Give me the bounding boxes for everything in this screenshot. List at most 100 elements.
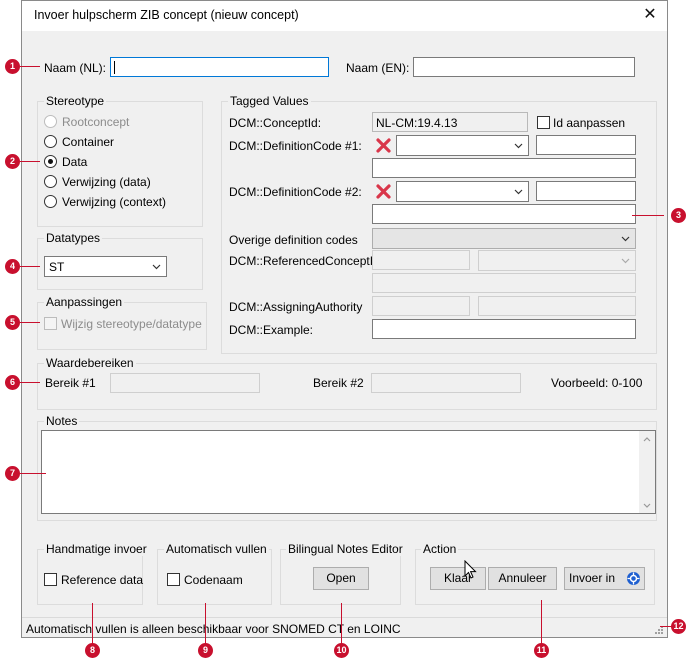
naam-en-label: Naam (EN): <box>346 61 410 75</box>
id-aanpassen-label: Id aanpassen <box>553 116 626 130</box>
window-title: Invoer hulpscherm ZIB concept (nieuw con… <box>34 8 299 22</box>
action-label: Action <box>421 542 459 556</box>
reference-data-label: Reference data <box>61 573 144 587</box>
tagged-values-label: Tagged Values <box>228 94 311 108</box>
bereik2-input <box>371 373 521 393</box>
naam-nl-label: Naam (NL): <box>44 61 107 75</box>
callout-badge-5: 5 <box>5 315 20 330</box>
gear-icon <box>627 572 640 585</box>
datatypes-label: Datatypes <box>44 231 103 245</box>
callout-leader-3 <box>632 215 664 216</box>
text-caret <box>114 61 115 74</box>
radio-container[interactable] <box>44 135 57 148</box>
annuleer-button[interactable]: Annuleer <box>488 567 557 590</box>
open-button[interactable]: Open <box>313 567 369 590</box>
radio-verwijzing-data-label: Verwijzing (data) <box>62 175 151 189</box>
callout-leader-2 <box>20 161 40 162</box>
overige-select[interactable] <box>372 228 636 249</box>
bereik2-label: Bereik #2 <box>313 376 364 390</box>
chevron-down-icon <box>621 258 630 264</box>
radio-verwijzing-context-label: Verwijzing (context) <box>62 195 167 209</box>
codenaam-checkbox[interactable] <box>167 573 180 586</box>
callout-badge-7: 7 <box>5 466 20 481</box>
radio-data[interactable] <box>44 155 57 168</box>
def2-select[interactable] <box>396 181 529 202</box>
radio-container-label: Container <box>62 135 115 149</box>
example-label: DCM::Example: <box>229 323 314 337</box>
bilingual-notes-label: Bilingual Notes Editor <box>286 542 405 556</box>
callout-leader-5 <box>20 322 40 323</box>
assigning-label: DCM::AssigningAuthority <box>229 300 363 314</box>
referenced-input <box>372 250 470 270</box>
referenced-select <box>478 250 636 271</box>
def1-code-input[interactable] <box>536 135 636 155</box>
def1-display-input[interactable] <box>372 158 636 178</box>
callout-badge-3: 3 <box>671 208 686 223</box>
radio-data-label: Data <box>62 155 88 169</box>
example-input[interactable] <box>372 319 636 339</box>
assigning-input-2 <box>478 296 636 316</box>
radio-verwijzing-context[interactable] <box>44 195 57 208</box>
clear-def2-icon[interactable] <box>375 183 392 200</box>
close-icon[interactable]: ✕ <box>640 5 660 25</box>
handmatige-invoer-label: Handmatige invoer <box>44 542 149 556</box>
callout-badge-6: 6 <box>5 375 20 390</box>
def2-display-input[interactable] <box>372 204 636 224</box>
aanpassingen-label: Aanpassingen <box>44 295 125 309</box>
naam-en-input[interactable] <box>413 57 635 77</box>
def1-label: DCM::DefinitionCode #1: <box>229 139 362 153</box>
callout-leader-6 <box>20 382 40 383</box>
callout-badge-12: 12 <box>671 619 686 634</box>
radio-verwijzing-data[interactable] <box>44 175 57 188</box>
bereik1-label: Bereik #1 <box>45 376 96 390</box>
mouse-cursor-icon <box>464 560 477 579</box>
callout-badge-2: 2 <box>5 154 20 169</box>
callout-badge-9: 9 <box>198 643 213 658</box>
clear-def1-icon[interactable] <box>375 137 392 154</box>
chevron-down-icon <box>514 143 523 149</box>
def1-select[interactable] <box>396 135 529 156</box>
concept-id-value: NL-CM:19.4.13 <box>376 116 458 130</box>
assigning-input <box>372 296 470 316</box>
callout-leader-10 <box>341 603 342 645</box>
bereik1-input <box>110 373 260 393</box>
concept-id-label: DCM::ConceptId: <box>229 116 322 130</box>
scroll-down-icon[interactable] <box>643 503 651 509</box>
callout-badge-10: 10 <box>334 643 349 658</box>
callout-badge-1: 1 <box>5 59 20 74</box>
callout-leader-8 <box>92 603 93 645</box>
datatype-select[interactable]: ST <box>44 256 167 277</box>
notes-textarea[interactable] <box>41 430 656 514</box>
reference-data-checkbox[interactable] <box>44 573 57 586</box>
overige-label: Overige definition codes <box>229 233 358 247</box>
invoer-in-label: Invoer in <box>569 571 616 585</box>
callout-badge-4: 4 <box>5 259 20 274</box>
scroll-up-icon[interactable] <box>643 436 651 442</box>
radio-rootconcept[interactable] <box>44 115 57 128</box>
status-text: Automatisch vullen is alleen beschikbaar… <box>26 622 401 636</box>
chevron-down-icon <box>621 236 630 242</box>
stereotype-label: Stereotype <box>44 94 107 108</box>
notes-scrollbar[interactable] <box>639 431 655 513</box>
id-aanpassen-checkbox[interactable] <box>537 116 550 129</box>
wijzig-stereotype-label: Wijzig stereotype/datatype <box>61 317 202 331</box>
naam-nl-input[interactable] <box>110 57 329 77</box>
callout-leader-1 <box>20 66 40 67</box>
callout-leader-7 <box>20 473 46 474</box>
callout-badge-8: 8 <box>85 643 100 658</box>
chevron-down-icon <box>514 189 523 195</box>
voorbeeld-text: Voorbeeld: 0-100 <box>551 376 643 390</box>
referenced-label: DCM::ReferencedConceptId: <box>229 254 384 268</box>
wijzig-stereotype-checkbox[interactable] <box>44 317 57 330</box>
callout-badge-11: 11 <box>534 643 549 658</box>
datatype-value: ST <box>49 260 65 274</box>
invoer-in-button[interactable]: Invoer in <box>564 567 645 590</box>
notes-label: Notes <box>44 414 80 428</box>
def2-label: DCM::DefinitionCode #2: <box>229 185 362 199</box>
codenaam-label: Codenaam <box>184 573 243 587</box>
callout-leader-9 <box>205 603 206 645</box>
def2-code-input[interactable] <box>536 181 636 201</box>
radio-rootconcept-label: Rootconcept <box>62 115 130 129</box>
referenced-display-input <box>372 273 636 293</box>
chevron-down-icon <box>152 264 161 270</box>
